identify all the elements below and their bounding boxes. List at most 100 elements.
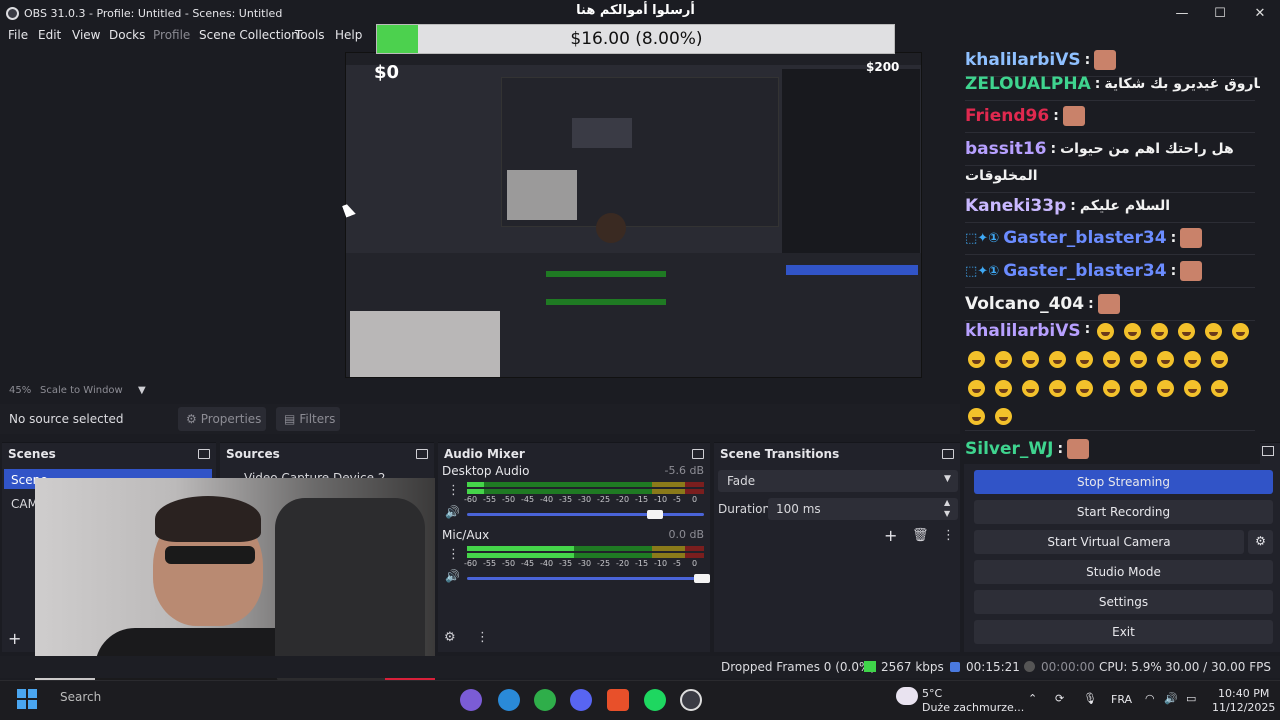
- trash-icon[interactable]: 🗑: [912, 528, 929, 543]
- laughing-emoji-icon: [1184, 351, 1201, 369]
- chevron-up-icon[interactable]: ⌃: [1028, 692, 1037, 705]
- nested-person: [596, 213, 626, 243]
- add-transition-button[interactable]: +: [884, 526, 897, 545]
- wifi-icon[interactable]: ◠: [1145, 692, 1155, 705]
- volume-slider[interactable]: [467, 577, 704, 580]
- meter-tick-label: -25: [597, 559, 611, 568]
- taskbar-search[interactable]: Search: [60, 690, 101, 704]
- battery-icon[interactable]: ▭: [1186, 692, 1196, 705]
- volume-slider-handle[interactable]: [694, 574, 710, 583]
- settings-button[interactable]: Settings: [974, 590, 1273, 614]
- meter-tick-label: -40: [540, 559, 554, 568]
- zoom-level[interactable]: 45%: [9, 385, 31, 396]
- obs-icon[interactable]: [680, 689, 702, 711]
- scale-mode-select[interactable]: Scale to Window: [40, 385, 123, 396]
- weather-temp: 5°C: [922, 687, 943, 700]
- chat-separator: :: [1057, 441, 1064, 457]
- clock-time[interactable]: 10:40 PM: [1218, 687, 1269, 700]
- laughing-emoji-icon: [1178, 323, 1196, 340]
- app-icon[interactable]: [460, 689, 482, 711]
- undock-icon[interactable]: [198, 449, 210, 459]
- clock-date[interactable]: 11/12/2025: [1212, 701, 1275, 714]
- chat-username: bassit16: [965, 139, 1047, 159]
- stop-streaming-button[interactable]: Stop Streaming: [974, 470, 1273, 494]
- menu-help[interactable]: Help: [335, 28, 362, 42]
- channel-db: -5.6 dB: [664, 464, 705, 477]
- menu-docks[interactable]: Docks: [109, 28, 145, 42]
- laughing-emoji-icon: [995, 407, 1012, 425]
- volume-slider-handle[interactable]: [646, 510, 663, 519]
- chat-message: Friend96:: [965, 100, 1255, 133]
- meter-tick-label: -5: [673, 559, 681, 568]
- meter-tick-label: 0: [692, 495, 698, 504]
- gear-icon[interactable]: ⚙: [1248, 530, 1273, 554]
- laughing-emoji-icon: [1022, 351, 1039, 369]
- program-preview[interactable]: [345, 52, 922, 378]
- undock-icon[interactable]: [416, 449, 428, 459]
- chevron-down-icon[interactable]: ▼: [944, 509, 950, 518]
- speaker-icon[interactable]: 🔊: [445, 505, 460, 519]
- undock-icon[interactable]: [692, 449, 704, 459]
- laughing-emoji-icon: [1076, 351, 1093, 369]
- sync-icon[interactable]: ⟳: [1055, 692, 1064, 705]
- volume-slider[interactable]: [467, 513, 704, 516]
- meter-tick-label: -60: [464, 559, 478, 568]
- menu-file[interactable]: File: [8, 28, 28, 42]
- menu-edit[interactable]: Edit: [38, 28, 61, 42]
- chat-separator: :: [1088, 296, 1094, 312]
- meter-tick-label: -60: [464, 495, 478, 504]
- menu-scene-collection[interactable]: Scene Collection: [199, 28, 299, 42]
- undock-icon[interactable]: [942, 449, 954, 459]
- chevron-down-icon: ▼: [944, 474, 951, 484]
- properties-button[interactable]: ⚙ Properties: [178, 407, 266, 431]
- duration-spinbox[interactable]: 100 ms ▲ ▼: [768, 498, 958, 520]
- more-options-icon[interactable]: ⋮: [447, 483, 460, 498]
- nested-meter-2: [546, 299, 666, 305]
- more-options-icon[interactable]: ⋮: [447, 547, 460, 562]
- sources-header: Sources: [220, 443, 434, 465]
- chat-message: المخلوقات: [965, 160, 1255, 193]
- minimize-button[interactable]: —: [1162, 0, 1202, 26]
- speaker-icon[interactable]: 🔊: [445, 569, 460, 583]
- meter-tick-label: -30: [578, 559, 592, 568]
- chevron-down-icon[interactable]: ▼: [138, 385, 146, 396]
- app-icon[interactable]: [534, 689, 556, 711]
- more-options-icon[interactable]: ⋮: [942, 528, 955, 543]
- weather-icon: [896, 687, 918, 705]
- language-indicator[interactable]: FRA: [1111, 693, 1132, 706]
- start-recording-button[interactable]: Start Recording: [974, 500, 1273, 524]
- gear-icon[interactable]: ⚙: [444, 630, 456, 645]
- donation-goal-amount: $16.00 (8.00%): [570, 29, 703, 49]
- transition-select[interactable]: Fade ▼: [718, 470, 958, 492]
- properties-label: Properties: [200, 412, 262, 426]
- menu-tools[interactable]: Tools: [295, 28, 325, 42]
- chat-badges-icon: ⬚✦①: [965, 263, 1000, 279]
- spotify-icon[interactable]: [644, 689, 666, 711]
- app-icon[interactable]: [498, 689, 520, 711]
- exit-button[interactable]: Exit: [974, 620, 1273, 644]
- maximize-button[interactable]: ☐: [1200, 0, 1240, 26]
- microphone-icon[interactable]: 🎙: [1083, 692, 1097, 705]
- menu-view[interactable]: View: [72, 28, 100, 42]
- meter-tick-label: -50: [502, 495, 516, 504]
- laughing-emoji-icon: [1205, 323, 1223, 340]
- add-scene-button[interactable]: +: [8, 629, 21, 648]
- undock-icon[interactable]: [1262, 446, 1274, 456]
- meter-tick-label: 0: [692, 559, 698, 568]
- chat-separator: :: [1053, 108, 1059, 124]
- laughing-emoji-icon: [968, 379, 985, 397]
- more-options-icon[interactable]: ⋮: [476, 630, 489, 645]
- close-button[interactable]: ✕: [1240, 0, 1280, 26]
- menu-profile[interactable]: Profile: [153, 28, 190, 42]
- channel-name: Desktop Audio: [442, 464, 530, 478]
- windows-start-icon[interactable]: [17, 689, 37, 709]
- studio-mode-button[interactable]: Studio Mode: [974, 560, 1273, 584]
- discord-icon[interactable]: [570, 689, 592, 711]
- meter-tick-label: -40: [540, 495, 554, 504]
- brave-icon[interactable]: [607, 689, 629, 711]
- start-virtual-camera-button[interactable]: Start Virtual Camera: [974, 530, 1244, 554]
- meter-tick-label: -20: [616, 559, 630, 568]
- filters-button[interactable]: ▤ Filters: [276, 407, 340, 431]
- volume-icon[interactable]: 🔊: [1164, 692, 1178, 705]
- chevron-up-icon[interactable]: ▲: [944, 498, 950, 507]
